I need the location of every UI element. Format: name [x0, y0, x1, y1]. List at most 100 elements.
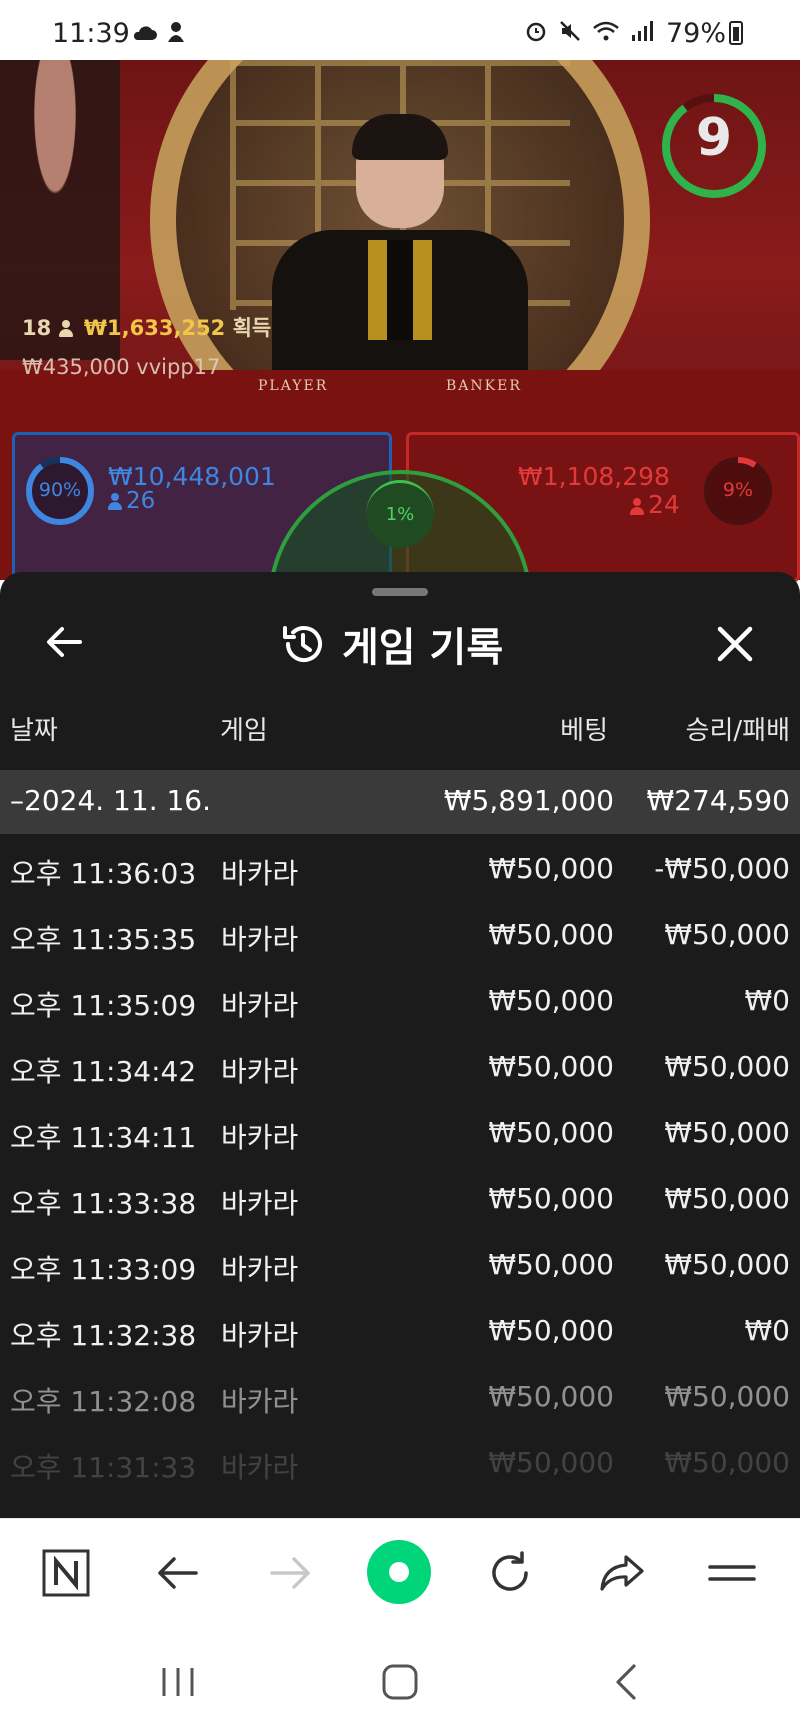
row-time: 오후 11:34:11: [10, 1121, 197, 1154]
history-icon: [283, 626, 322, 662]
row-game: 바카라: [221, 1187, 299, 1220]
banker-percent: 9%: [722, 479, 754, 501]
countdown-number: 9: [695, 108, 733, 168]
home-icon[interactable]: [378, 1660, 422, 1704]
back-arrow-icon[interactable]: [150, 1545, 206, 1601]
row-win-loss: ₩50,000: [664, 1182, 790, 1215]
row-win-loss: ₩0: [744, 984, 791, 1017]
tie-percent: 1%: [366, 480, 434, 548]
winner-banner: 18 ₩1,633,252 획득: [22, 312, 271, 342]
history-row[interactable]: 오후 11:35:09 바카라 ₩50,000 ₩0: [0, 966, 800, 1032]
row-time: 오후 11:33:09: [10, 1253, 197, 1286]
winner-amount: ₩1,633,252: [83, 316, 226, 340]
player-percent: 90%: [38, 479, 82, 501]
notification-icons: [132, 20, 187, 50]
row-game: 바카라: [221, 857, 299, 890]
person-icon: [630, 498, 644, 515]
row-time: 오후 11:32:38: [10, 1319, 197, 1352]
date-group-label: –2024. 11. 16.: [10, 784, 211, 817]
history-row[interactable]: 오후 11:32:38 바카라 ₩50,000 ₩0: [0, 1296, 800, 1362]
battery-percent: 79%: [666, 18, 727, 49]
player-bettor-count-value: 26: [126, 488, 156, 514]
battery-icon: [729, 21, 744, 45]
row-win-loss: ₩50,000: [664, 1446, 790, 1479]
person-icon: [58, 320, 73, 337]
row-bet: ₩50,000: [488, 1380, 614, 1413]
date-group-bet-total: ₩5,891,000: [443, 784, 614, 817]
row-bet: ₩50,000: [488, 1248, 614, 1281]
system-indicator-icons: [524, 19, 654, 49]
history-row[interactable]: 오후 11:32:08 바카라 ₩50,000 ₩50,000: [0, 1362, 800, 1428]
status-bar: 11:39 79%: [0, 0, 800, 60]
row-time: 오후 11:36:03: [10, 857, 197, 890]
system-navigation-bar: [0, 1626, 800, 1734]
recent-bet-amount: ₩435,000: [22, 355, 130, 379]
signal-icon: [632, 21, 653, 41]
back-icon[interactable]: [604, 1660, 648, 1704]
recent-bet-user: vvipp17: [136, 355, 221, 379]
table-label-player: PLAYER: [258, 378, 329, 394]
sheet-title: 게임 기록: [280, 614, 503, 674]
game-history-sheet: 게임 기록 날짜 게임 베팅 승리/패배 –2024. 11. 16. ₩5,8…: [0, 572, 800, 1518]
winner-suffix: 획득: [232, 316, 272, 340]
menu-icon[interactable]: [704, 1545, 760, 1601]
recent-apps-icon[interactable]: [156, 1660, 200, 1704]
recent-bet-ticker: ₩435,000 vvipp17: [22, 355, 220, 379]
row-time: 오후 11:31:33: [10, 1451, 197, 1484]
forward-arrow-icon[interactable]: [262, 1545, 318, 1601]
banker-total-amount: ₩1,108,298: [518, 462, 670, 491]
history-row[interactable]: 오후 11:31:33 바카라 ₩50,000 ₩50,000: [0, 1428, 800, 1494]
column-header-win-loss: 승리/패배: [685, 716, 790, 746]
winner-count: 18: [22, 316, 52, 340]
green-dot-icon[interactable]: [366, 1539, 432, 1605]
person-icon: [108, 493, 122, 510]
table-header: 날짜 게임 베팅 승리/패배: [0, 704, 800, 754]
alarm-icon: [526, 22, 546, 42]
row-bet: ₩50,000: [488, 984, 614, 1017]
history-list: 오후 11:36:03 바카라 ₩50,000 -₩50,000 오후 11:3…: [0, 834, 800, 1494]
close-icon[interactable]: [708, 617, 762, 671]
row-time: 오후 11:35:09: [10, 989, 197, 1022]
column-header-bet: 베팅: [560, 716, 608, 746]
row-time: 오후 11:35:35: [10, 923, 197, 956]
history-row[interactable]: 오후 11:36:03 바카라 ₩50,000 -₩50,000: [0, 834, 800, 900]
wifi-icon: [593, 21, 619, 41]
column-header-date: 날짜: [10, 716, 58, 746]
cloud-icon: [133, 26, 157, 40]
history-row[interactable]: 오후 11:34:42 바카라 ₩50,000 ₩50,000: [0, 1032, 800, 1098]
sheet-drag-handle[interactable]: [372, 588, 428, 596]
row-bet: ₩50,000: [488, 1446, 614, 1479]
row-game: 바카라: [221, 923, 299, 956]
history-row[interactable]: 오후 11:35:35 바카라 ₩50,000 ₩50,000: [0, 900, 800, 966]
row-bet: ₩50,000: [488, 1116, 614, 1149]
row-bet: ₩50,000: [488, 918, 614, 951]
naver-n-icon[interactable]: [38, 1545, 94, 1601]
row-game: 바카라: [221, 1253, 299, 1286]
refresh-icon[interactable]: [482, 1545, 538, 1601]
row-win-loss: ₩0: [744, 1314, 791, 1347]
mute-icon: [560, 21, 580, 41]
date-group-win-loss-total: ₩274,590: [646, 784, 790, 817]
row-game: 바카라: [221, 1055, 299, 1088]
share-icon[interactable]: [594, 1545, 650, 1601]
row-game: 바카라: [221, 1121, 299, 1154]
row-game: 바카라: [221, 1319, 299, 1352]
banker-bettor-count: 24: [630, 490, 680, 519]
battery-indicator: 79%: [666, 18, 744, 49]
arrow-left-icon[interactable]: [40, 617, 90, 667]
row-game: 바카라: [221, 989, 299, 1022]
row-time: 오후 11:33:38: [10, 1187, 197, 1220]
row-win-loss: -₩50,000: [654, 852, 790, 885]
date-group-row[interactable]: –2024. 11. 16. ₩5,891,000 ₩274,590: [0, 770, 800, 834]
row-game: 바카라: [221, 1385, 299, 1418]
history-row[interactable]: 오후 11:34:11 바카라 ₩50,000 ₩50,000: [0, 1098, 800, 1164]
date-group-date: 2024. 11. 16.: [24, 784, 212, 817]
history-row[interactable]: 오후 11:33:38 바카라 ₩50,000 ₩50,000: [0, 1164, 800, 1230]
column-header-game: 게임: [220, 716, 268, 746]
history-row[interactable]: 오후 11:33:09 바카라 ₩50,000 ₩50,000: [0, 1230, 800, 1296]
row-win-loss: ₩50,000: [664, 1380, 790, 1413]
row-bet: ₩50,000: [488, 1314, 614, 1347]
row-game: 바카라: [221, 1451, 299, 1484]
row-bet: ₩50,000: [488, 1182, 614, 1215]
row-win-loss: ₩50,000: [664, 1248, 790, 1281]
